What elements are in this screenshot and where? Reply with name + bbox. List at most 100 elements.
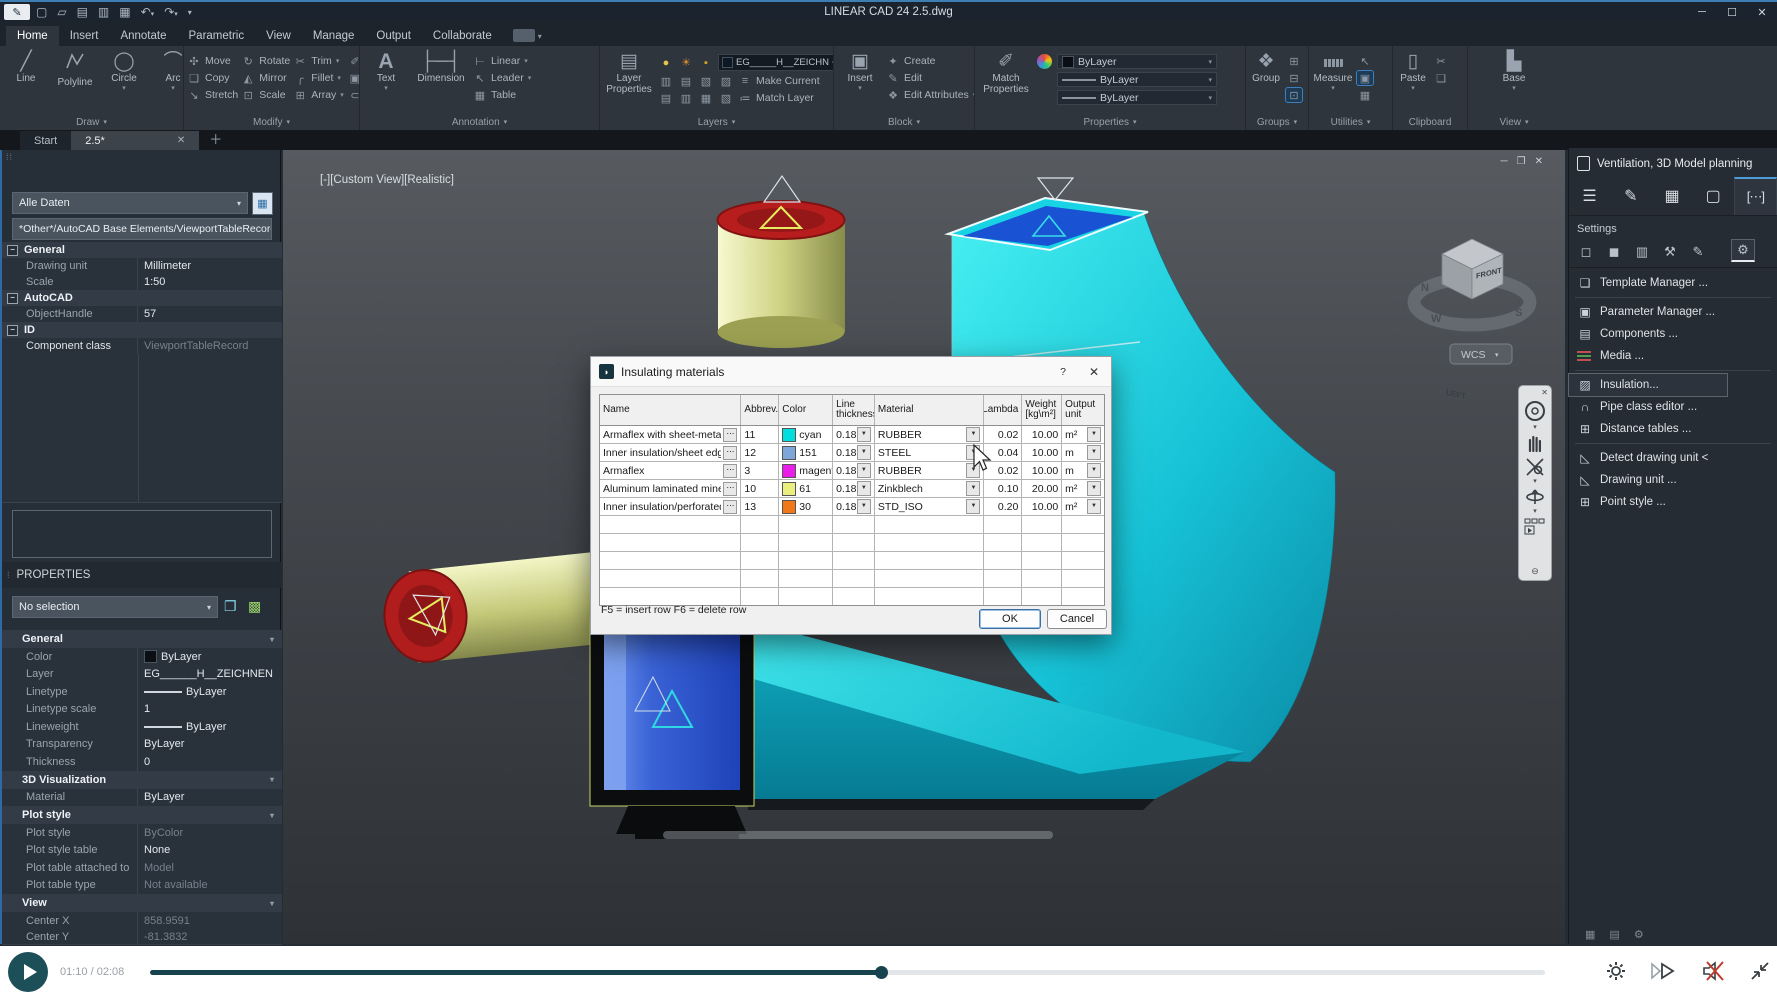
tab-parametric[interactable]: Parametric xyxy=(178,26,256,46)
empty-row[interactable] xyxy=(600,516,1104,534)
stretch-button[interactable]: ↘Stretch xyxy=(187,88,238,102)
measure-button[interactable]: Measure▾ xyxy=(1312,49,1354,92)
row-transparency[interactable]: TransparencyByLayer xyxy=(2,736,282,755)
dropdown-arrow-icon[interactable]: ▼ xyxy=(1087,499,1101,514)
row-material[interactable]: MaterialByLayer xyxy=(2,789,282,808)
copy-clip-button[interactable]: ❏ xyxy=(1433,71,1449,85)
bottom-icon[interactable]: ▦ xyxy=(1585,928,1595,944)
ribbon-image-button[interactable] xyxy=(513,29,535,42)
close-tab-icon[interactable]: ✕ xyxy=(177,135,185,146)
toggle-pickadd-icon[interactable]: ❐ xyxy=(224,598,237,615)
dropdown-arrow-icon[interactable]: ▼ xyxy=(857,463,871,478)
bottom-icon[interactable]: ▤ xyxy=(1609,928,1619,944)
erase-button[interactable]: ✐ xyxy=(347,54,359,68)
make-current-button[interactable]: ≡Make Current xyxy=(738,74,820,88)
cut-button[interactable]: ✂ xyxy=(1433,54,1449,68)
offset-button[interactable]: ⊂ xyxy=(347,88,359,102)
linear-button[interactable]: ⊢Linear▾ xyxy=(473,54,531,68)
panel-label-clipboard[interactable]: Clipboard xyxy=(1393,114,1467,130)
dropdown-arrow-icon[interactable]: ▼ xyxy=(857,445,871,460)
close-button[interactable]: ✕ xyxy=(1747,2,1777,22)
dropdown-arrow-icon[interactable]: ▼ xyxy=(857,427,871,442)
table-row[interactable]: Inner insulation/perforated sheet..⋯ 13 … xyxy=(600,498,1104,516)
circle-button[interactable]: ◯Circle▾ xyxy=(101,49,147,92)
open-folder-icon[interactable]: ▱ xyxy=(57,5,66,19)
dropdown-arrow-icon[interactable]: ▼ xyxy=(857,481,871,496)
dialog-titlebar[interactable]: ◗ Insulating materials ? ✕ xyxy=(591,357,1111,387)
menu-detect-drawing-unit[interactable]: ◺Detect drawing unit < xyxy=(1569,447,1777,469)
linetype-dropdown[interactable]: ByLayer▾ xyxy=(1057,90,1217,105)
tab-manage[interactable]: Manage xyxy=(302,26,366,46)
scrollbar-hint[interactable] xyxy=(663,831,1053,839)
dropdown-arrow-icon[interactable]: ▼ xyxy=(966,445,980,460)
cube-face-left[interactable]: LEFT xyxy=(1446,388,1466,402)
duct-front-opening[interactable] xyxy=(590,618,754,806)
base-button[interactable]: ▙Base▾ xyxy=(1491,49,1537,92)
create-block-button[interactable]: ✦Create xyxy=(886,54,974,68)
collapse-icon[interactable]: − xyxy=(7,325,18,336)
menu-insulation[interactable]: ▨Insulation... xyxy=(1569,374,1727,396)
yellow-pipe-top[interactable] xyxy=(718,176,846,348)
section-props-general[interactable]: General▾ xyxy=(2,630,282,648)
row-layer[interactable]: LayerEG______H__ZEICHNEN xyxy=(2,666,282,685)
mirror-button[interactable]: ◭Mirror xyxy=(241,71,290,85)
ellipsis-button[interactable]: ⋯ xyxy=(723,446,737,460)
line-button[interactable]: ╱Line xyxy=(3,49,49,84)
empty-row[interactable] xyxy=(600,552,1104,570)
empty-row[interactable] xyxy=(600,570,1104,588)
row-color[interactable]: ColorByLayer xyxy=(2,648,282,667)
viewport-restore-icon[interactable]: ❐ xyxy=(1517,156,1526,167)
dropdown-arrow-icon[interactable]: ▼ xyxy=(966,427,980,442)
tab-document[interactable]: 2.5*✕ xyxy=(71,131,199,150)
cancel-button[interactable]: Cancel xyxy=(1047,609,1107,629)
frame-settings-icon[interactable]: ◻ xyxy=(1575,242,1597,262)
layer-select-combo[interactable]: EG_____H__ZEICHN▾ xyxy=(718,54,833,71)
exit-fullscreen-icon[interactable] xyxy=(1749,960,1771,982)
insert-button[interactable]: ▣Insert▾ xyxy=(837,49,883,92)
redo-icon[interactable]: ↷▾ xyxy=(164,5,178,19)
match-properties-button[interactable]: ✐Match Properties xyxy=(978,49,1034,95)
menu-point-style[interactable]: ⊞Point style ... xyxy=(1569,491,1777,513)
section-id[interactable]: −ID xyxy=(2,322,282,338)
dialog-help-button[interactable]: ? xyxy=(1049,366,1077,378)
layer-freeze2-icon[interactable]: ▧ xyxy=(698,74,714,88)
tab-collaborate[interactable]: Collaborate xyxy=(422,26,503,46)
layer-freeze-icon[interactable]: ☀ xyxy=(678,56,694,70)
panel-label-view[interactable]: View▾ xyxy=(1468,114,1560,130)
panel-label-block[interactable]: Block▾ xyxy=(834,114,974,130)
edit-block-button[interactable]: ✎Edit xyxy=(886,71,974,85)
data-path-dropdown[interactable]: *Other*/AutoCAD Base Elements/ViewportTa… xyxy=(12,218,272,240)
panel-label-annotation[interactable]: Annotation▾ xyxy=(360,114,599,130)
trim-button[interactable]: ✂Trim▾ xyxy=(293,54,344,68)
calculator-icon[interactable]: ▦ xyxy=(1651,177,1692,215)
layer-off-icon[interactable]: ▥ xyxy=(678,91,694,105)
section-3d-visualization[interactable]: 3D Visualization▾ xyxy=(2,771,282,789)
view-cube[interactable]: N W S LEFT FRONT xyxy=(1414,239,1530,401)
color-dropdown[interactable]: ByLayer▾ xyxy=(1057,54,1217,69)
selection-dropdown[interactable]: No selection▾ xyxy=(12,596,218,618)
array-button[interactable]: ⊞Array▾ xyxy=(293,88,344,102)
maximize-button[interactable]: ☐ xyxy=(1717,2,1747,22)
navbar-close-icon[interactable]: ✕ xyxy=(1541,388,1548,397)
viewport-close-icon[interactable]: ✕ xyxy=(1535,156,1543,167)
data-filter-dropdown[interactable]: Alle Daten▾ xyxy=(12,192,248,214)
ellipsis-button[interactable]: ⋯ xyxy=(723,500,737,514)
row-plot-table-type[interactable]: Plot table typeNot available xyxy=(2,877,282,896)
ok-button[interactable]: OK xyxy=(979,609,1041,629)
group-button[interactable]: ❖Group xyxy=(1249,49,1283,84)
frame-config-icon[interactable]: ◼ xyxy=(1603,242,1625,262)
tab-output[interactable]: Output xyxy=(365,26,422,46)
plot-icon[interactable]: ▦ xyxy=(119,5,130,19)
steering-wheel-icon[interactable] xyxy=(1523,399,1547,423)
wrench-icon[interactable]: ⚒ xyxy=(1659,242,1681,262)
lineweight-dropdown[interactable]: ByLayer▾ xyxy=(1057,72,1217,87)
playback-speed-icon[interactable] xyxy=(1649,961,1679,981)
layer-walk-icon[interactable]: ▤ xyxy=(658,91,674,105)
ellipsis-button[interactable]: ⋯ xyxy=(723,428,737,442)
dropdown-arrow-icon[interactable]: ▼ xyxy=(966,481,980,496)
panel-label-draw[interactable]: Draw▾ xyxy=(0,114,183,130)
dimension-button[interactable]: ├─┤Dimension xyxy=(412,49,470,84)
mute-icon[interactable] xyxy=(1701,960,1727,982)
menu-media[interactable]: Media ... xyxy=(1569,345,1777,367)
layer-lock-icon[interactable]: ▪ xyxy=(698,56,714,70)
